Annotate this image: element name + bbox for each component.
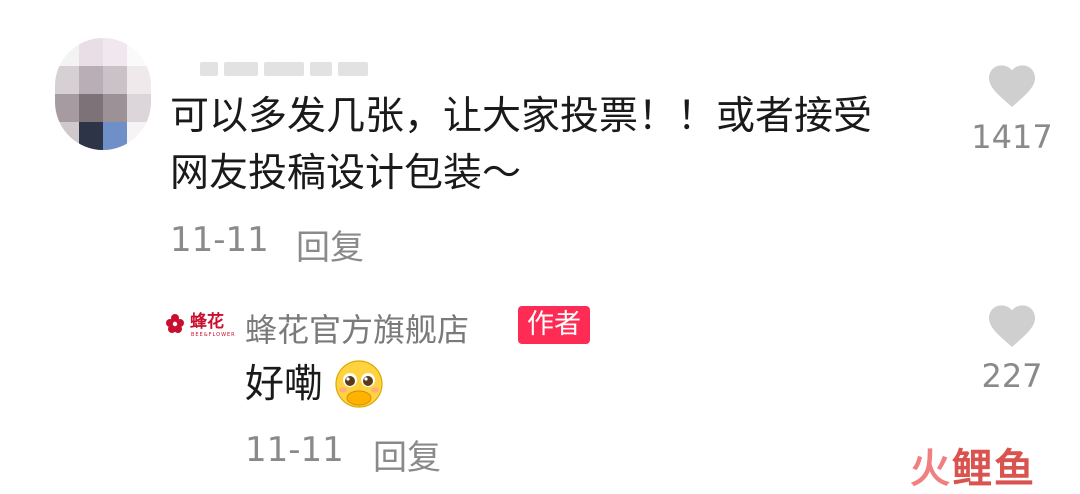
blurred-username xyxy=(200,62,370,78)
reply-like-count: 227 xyxy=(981,357,1043,395)
logo-text: 蜂花 xyxy=(190,312,224,332)
author-name[interactable]: 蜂花官方旗舰店 xyxy=(245,305,469,351)
author-badge: 作者 xyxy=(518,306,590,344)
heart-icon xyxy=(989,65,1035,107)
comment-text: 可以多发几张，让大家投票！！或者接受 网友投稿设计包装～ xyxy=(170,88,960,202)
watermark: 火鲤鱼 xyxy=(910,436,1036,494)
comment-date: 11-11 xyxy=(170,220,269,260)
watermark-part2: 鲤鱼 xyxy=(952,446,1036,492)
brand-logo[interactable]: 蜂花 BEE&FLOWER xyxy=(165,306,235,342)
shy-emoji-icon xyxy=(335,360,383,408)
avatar[interactable] xyxy=(55,38,151,150)
like-count: 1417 xyxy=(971,118,1053,156)
reply-text: 好嘞 xyxy=(245,362,324,407)
reply-date: 11-11 xyxy=(245,430,344,470)
comment-text-line2: 网友投稿设计包装～ xyxy=(170,151,522,196)
comment-text-line1: 可以多发几张，让大家投票！！或者接受 xyxy=(170,94,873,139)
like-button[interactable] xyxy=(986,62,1038,112)
reply-button[interactable]: 回复 xyxy=(296,220,364,269)
logo-subtext: BEE&FLOWER xyxy=(191,332,236,338)
reply-reply-button[interactable]: 回复 xyxy=(373,430,441,479)
reply-like-button[interactable] xyxy=(986,302,1038,352)
heart-icon xyxy=(989,305,1035,347)
watermark-part1: 火 xyxy=(910,446,952,492)
